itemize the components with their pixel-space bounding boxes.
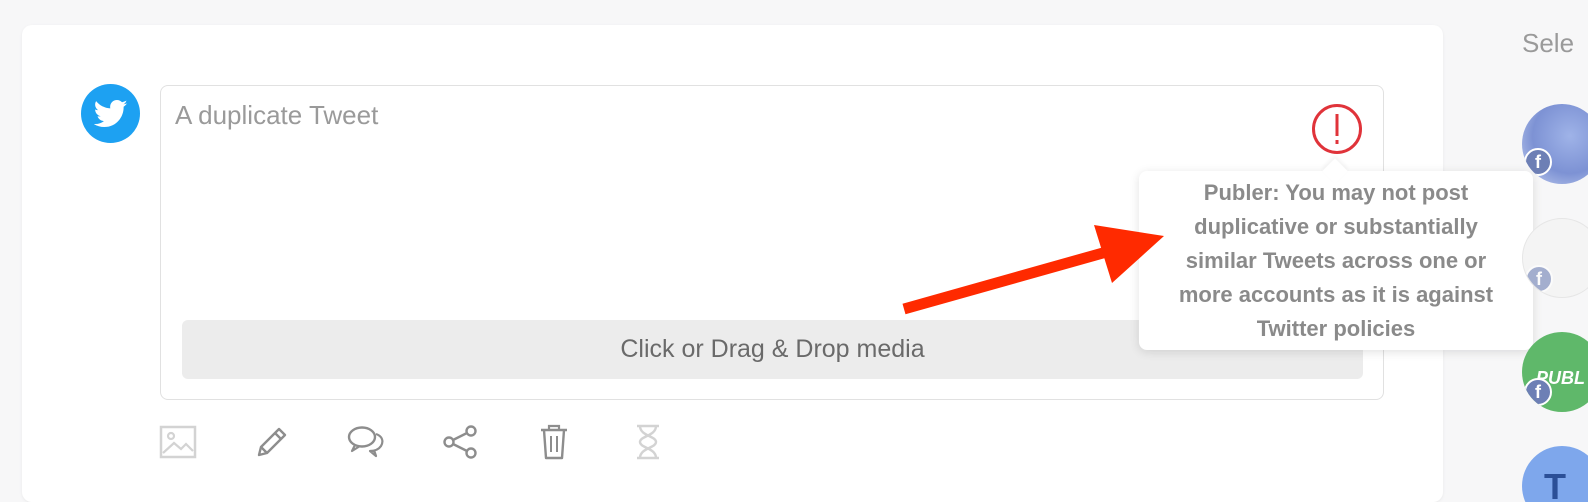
facebook-badge-icon: f: [1524, 148, 1552, 176]
image-icon[interactable]: [158, 422, 198, 462]
media-dropzone-label: Click or Drag & Drop media: [620, 335, 925, 363]
account-avatar-4[interactable]: T: [1522, 446, 1588, 502]
page: Click or Drag & Drop media Publer: You m…: [0, 0, 1588, 502]
comments-icon[interactable]: [346, 422, 386, 462]
account-initial: T: [1544, 466, 1566, 502]
trash-icon[interactable]: [534, 422, 574, 462]
account-avatar-1[interactable]: f: [1522, 104, 1588, 184]
account-avatar-2[interactable]: f: [1522, 218, 1588, 298]
sidebar-label: Sele: [1522, 28, 1575, 58]
twitter-icon: [81, 84, 140, 143]
exclamation-circle-icon[interactable]: [1311, 103, 1363, 155]
duplicate-warning-tooltip: Publer: You may not post duplicative or …: [1139, 171, 1533, 350]
account-avatar-3[interactable]: PUBL f: [1522, 332, 1588, 412]
post-text-input[interactable]: [175, 100, 1275, 300]
facebook-badge-icon: f: [1524, 378, 1552, 406]
facebook-badge-icon: f: [1525, 265, 1553, 293]
pencil-icon[interactable]: [252, 422, 292, 462]
duplicate-warning-text: Publer: You may not post duplicative or …: [1178, 179, 1494, 341]
hourglass-icon[interactable]: [628, 422, 668, 462]
share-icon[interactable]: [440, 422, 480, 462]
